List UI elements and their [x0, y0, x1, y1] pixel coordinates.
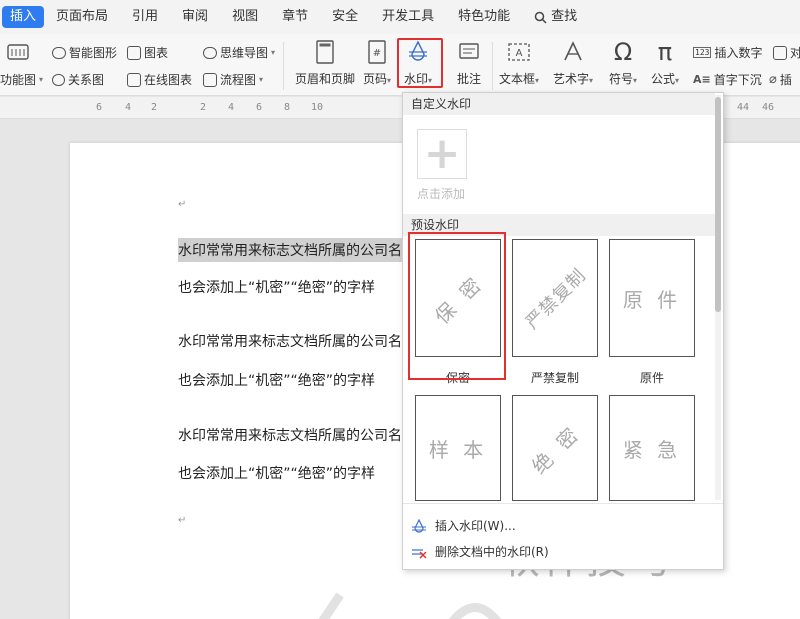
delete-watermark-icon	[411, 545, 427, 559]
number-icon: 123	[693, 47, 712, 58]
flowchart-button[interactable]: 流程图 ▾	[203, 71, 263, 88]
dropdown-divider	[403, 503, 723, 504]
ribbon-separator	[492, 42, 493, 90]
chevron-down-icon: ▾	[259, 75, 264, 84]
omega-icon: Ω	[613, 38, 633, 66]
symbol-button[interactable]: Ω 符号▾	[609, 38, 637, 87]
add-watermark-label: 点击添加	[417, 187, 466, 201]
formula-button[interactable]: π 公式▾	[651, 38, 679, 87]
delete-watermark-action[interactable]: 删除文档中的水印(R)	[411, 543, 549, 560]
textbox-icon: A	[505, 38, 533, 66]
doc-line-6[interactable]: 也会添加上“机密”“绝密”的字样	[178, 463, 375, 483]
doc-line-2[interactable]: 也会添加上“机密”“绝密”的字样	[178, 277, 375, 297]
insert-watermark-icon	[411, 518, 427, 533]
doc-line-1[interactable]: 水印常常用来标志文档所属的公司名	[178, 238, 402, 262]
preset-watermark-urgent[interactable]: 紧 急	[609, 395, 695, 501]
object-icon	[773, 45, 787, 60]
header-footer-button[interactable]: 页眉和页脚	[295, 38, 355, 87]
online-chart-button[interactable]: 在线图表	[127, 71, 192, 88]
tab-chapter[interactable]: 章节	[270, 6, 320, 28]
relation-graph-icon	[52, 73, 65, 86]
tab-developer[interactable]: 开发工具	[370, 6, 446, 28]
object-button[interactable]: 对	[773, 44, 800, 61]
watermark-highlight-box	[397, 38, 443, 88]
svg-text:A: A	[516, 48, 523, 59]
tab-insert[interactable]: 插入	[2, 6, 45, 28]
attachment-button[interactable]: ⌀ 插	[769, 71, 792, 88]
tab-view[interactable]: 视图	[220, 6, 270, 28]
custom-watermark-header: 自定义水印	[403, 93, 715, 115]
ribbon-separator	[283, 42, 284, 90]
mind-map-icon	[203, 46, 217, 59]
doc-line-3[interactable]: 水印常常用来标志文档所属的公司名	[178, 331, 402, 351]
textbox-button[interactable]: A 文本框▾	[499, 38, 539, 87]
flowchart-icon	[203, 72, 217, 87]
pi-icon: π	[657, 38, 673, 66]
plus-icon: +	[423, 128, 461, 179]
page-number-button[interactable]: # 页码▾	[363, 38, 391, 87]
chevron-down-icon: ▾	[271, 48, 276, 57]
online-chart-icon	[127, 72, 141, 87]
tab-page-layout[interactable]: 页面布局	[44, 6, 120, 28]
smart-art-icon	[52, 46, 66, 59]
function-graph-button[interactable]	[4, 38, 32, 70]
insert-number-button[interactable]: 123 插入数字	[693, 44, 762, 61]
drop-cap-icon: A≡	[693, 73, 711, 86]
doc-line-5[interactable]: 水印常常用来标志文档所属的公司名	[178, 425, 402, 445]
comment-icon	[455, 38, 483, 66]
chevron-down-icon: ▾	[39, 75, 44, 84]
function-graph-icon	[4, 38, 32, 66]
paperclip-icon: ⌀	[769, 72, 777, 87]
word-art-icon	[559, 38, 587, 66]
tab-references[interactable]: 引用	[120, 6, 170, 28]
svg-text:#: #	[373, 48, 381, 59]
smart-art-button[interactable]: 智能图形	[52, 44, 117, 61]
paragraph-mark: ↵	[178, 199, 187, 210]
page-number-icon: #	[363, 38, 391, 66]
chevron-down-icon: ▾	[387, 76, 392, 85]
chevron-down-icon: ▾	[633, 76, 638, 85]
menu-bar: 插入 页面布局 引用 审阅 视图 章节 安全 开发工具 特色功能 查找	[0, 0, 800, 34]
search-label: 查找	[551, 9, 578, 24]
preset-label-no-copy: 严禁复制	[530, 371, 579, 385]
preset-watermark-sample[interactable]: 样 本	[415, 395, 501, 501]
function-graph-label[interactable]: 功能图 ▾	[0, 71, 43, 88]
chevron-down-icon: ▾	[589, 76, 594, 85]
scrollbar-thumb[interactable]	[715, 97, 721, 312]
comment-button[interactable]: 批注	[455, 38, 483, 87]
add-watermark-tile[interactable]: +	[417, 129, 467, 179]
word-art-button[interactable]: 艺术字▾	[553, 38, 593, 87]
paragraph-mark: ↵	[178, 515, 187, 526]
header-footer-icon	[311, 38, 339, 66]
insert-watermark-action[interactable]: 插入水印(W)...	[411, 517, 516, 534]
preset-watermark-original[interactable]: 原 件	[609, 239, 695, 357]
chevron-down-icon: ▾	[535, 76, 540, 85]
tab-special[interactable]: 特色功能	[446, 6, 522, 28]
chart-icon	[127, 45, 141, 60]
drop-cap-button[interactable]: A≡ 首字下沉	[693, 71, 762, 88]
preset-watermark-top-secret[interactable]: 绝 密	[512, 395, 598, 501]
chart-button[interactable]: 图表	[127, 44, 168, 61]
dropdown-scrollbar[interactable]	[715, 95, 721, 500]
preset-watermark-no-copy[interactable]: 严禁复制	[512, 239, 598, 357]
tab-security[interactable]: 安全	[320, 6, 370, 28]
preset-selection-highlight	[408, 232, 506, 380]
watermark-ghost-strokes	[318, 592, 501, 619]
search-icon	[534, 11, 547, 24]
chevron-down-icon: ▾	[675, 76, 680, 85]
mind-map-button[interactable]: 思维导图 ▾	[203, 44, 275, 61]
relation-graph-button[interactable]: 关系图	[52, 71, 104, 88]
doc-line-4[interactable]: 也会添加上“机密”“绝密”的字样	[178, 370, 375, 390]
preset-label-original: 原件	[639, 371, 664, 385]
search-button[interactable]: 查找	[522, 6, 589, 28]
tab-review[interactable]: 审阅	[170, 6, 220, 28]
